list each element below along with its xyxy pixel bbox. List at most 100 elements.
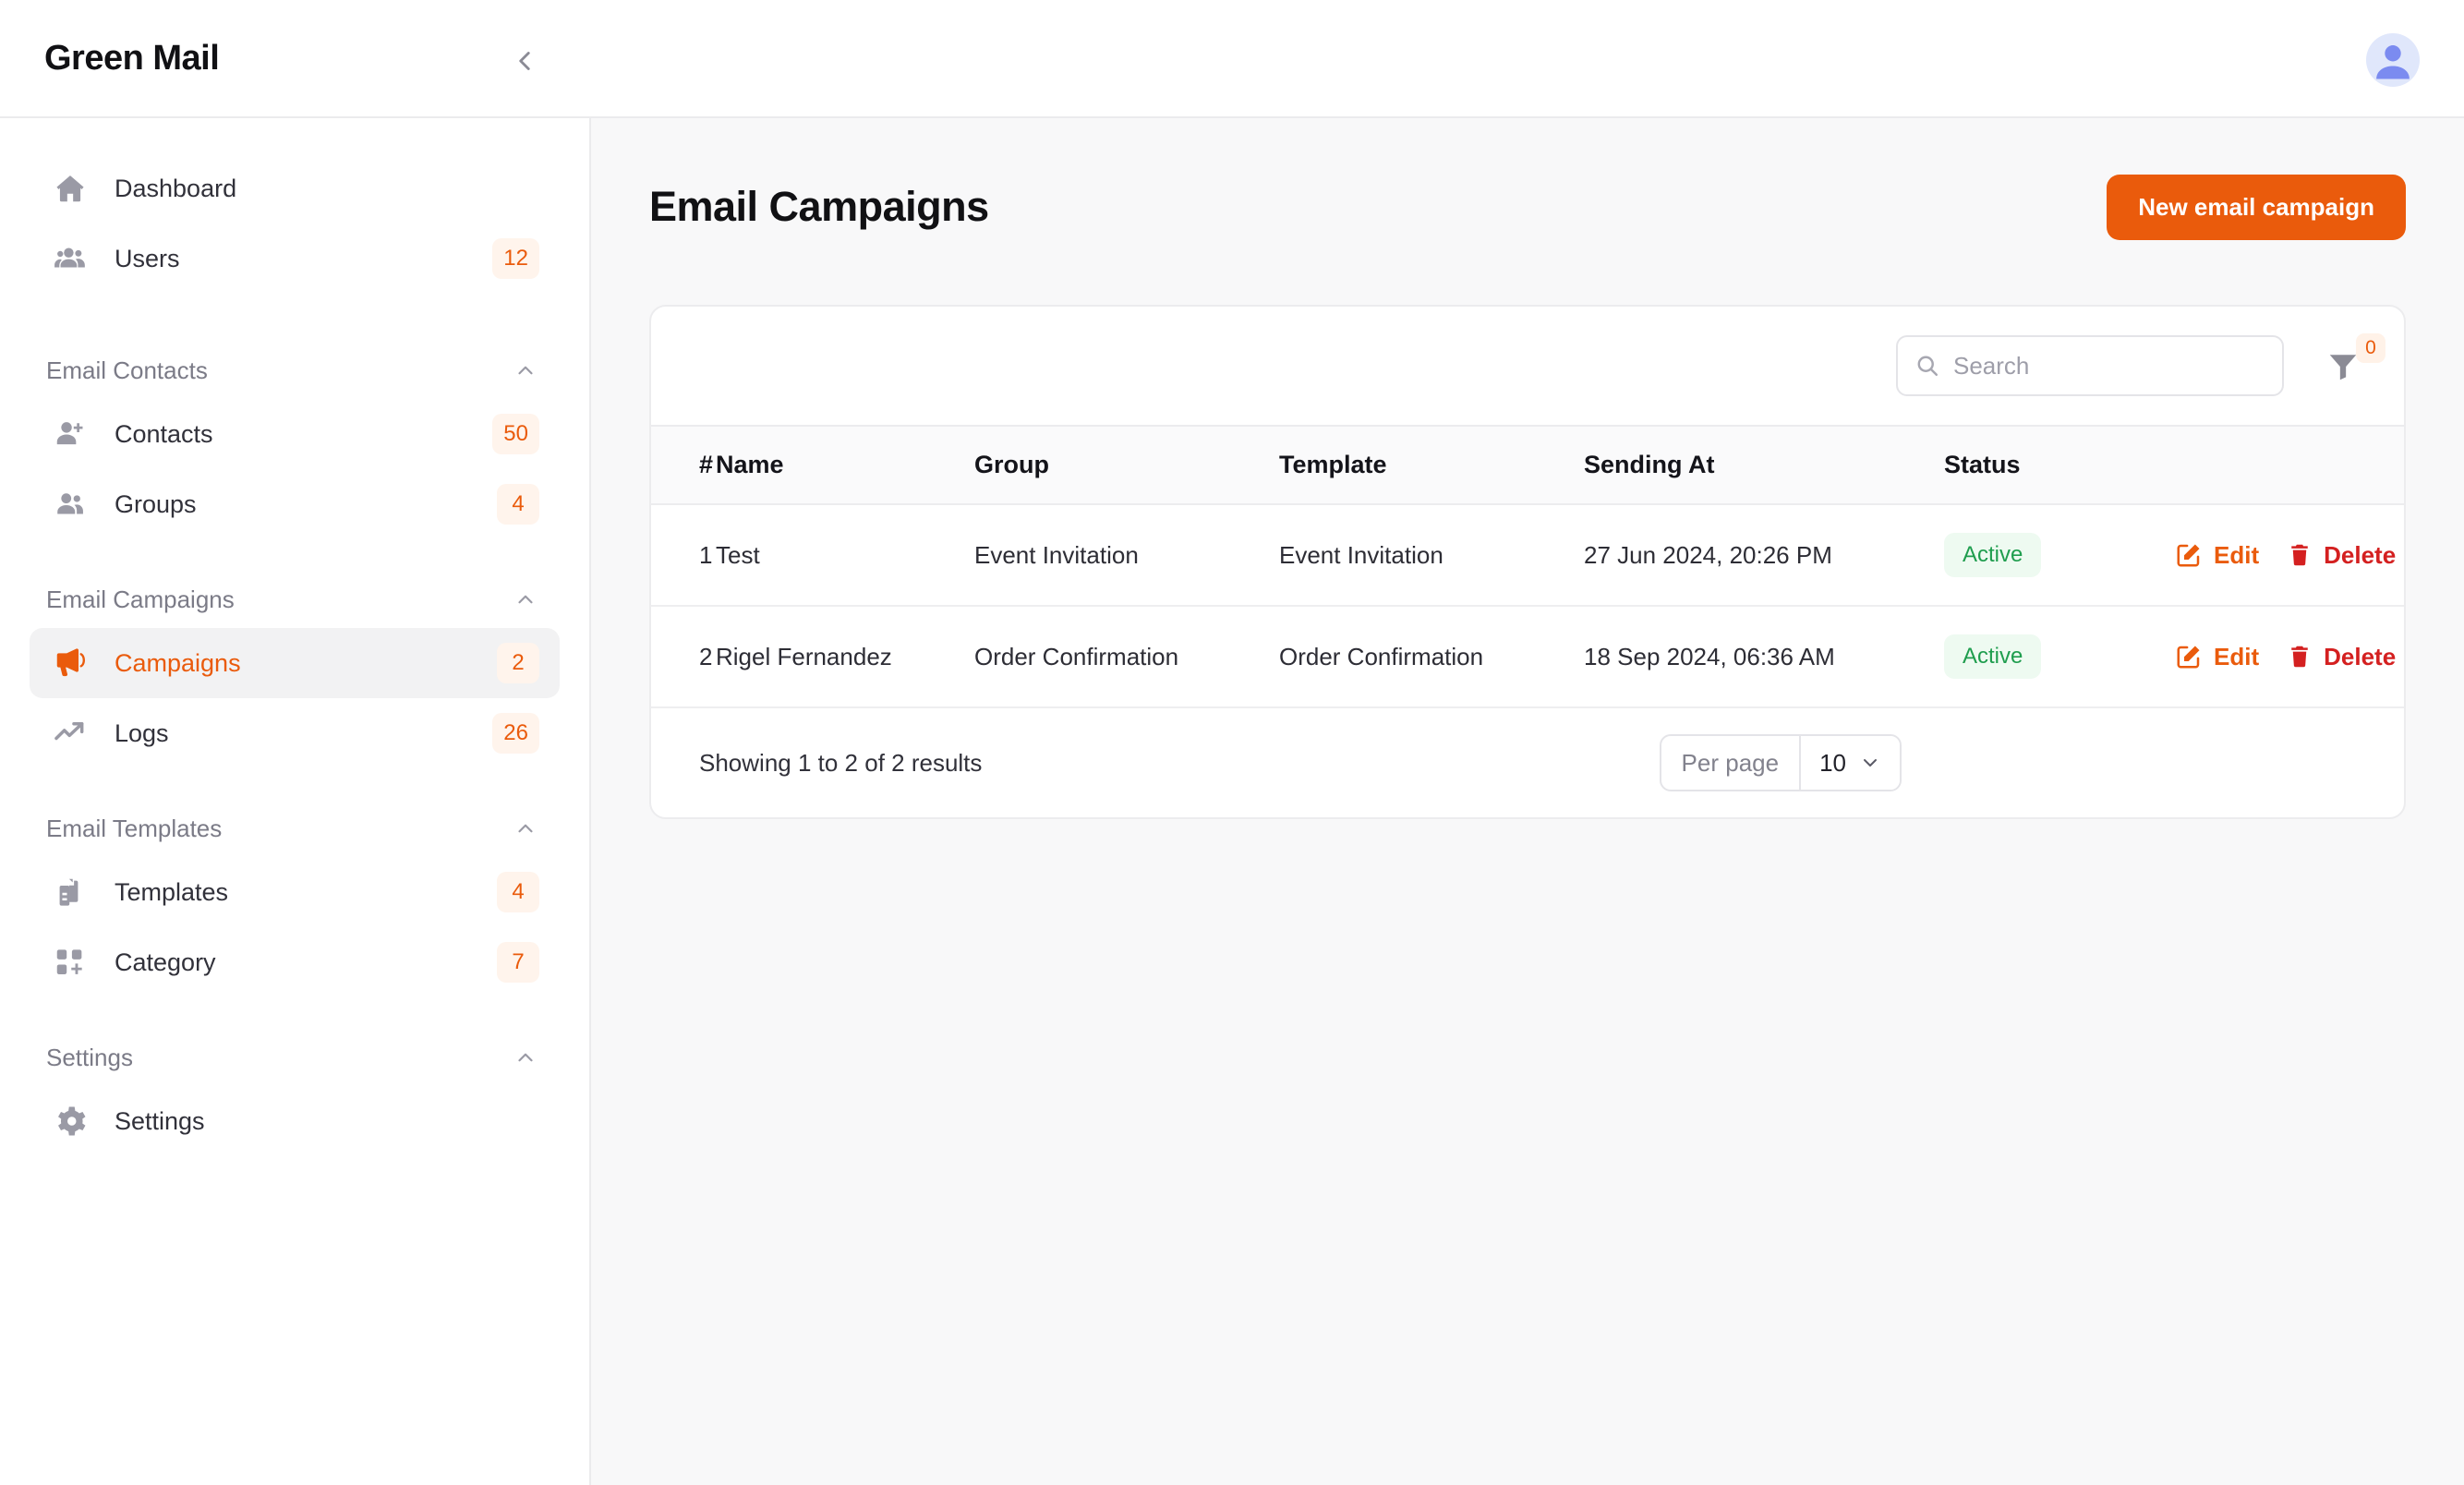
sidebar-item-groups[interactable]: Groups 4 xyxy=(30,469,560,539)
sidebar-section-title: Settings xyxy=(46,1044,133,1072)
category-grid-plus-icon xyxy=(50,942,91,983)
sidebar-badge-category: 7 xyxy=(497,942,539,983)
status-badge: Active xyxy=(1944,533,2041,577)
edit-pencil-icon xyxy=(2175,643,2203,670)
column-header-group: Group xyxy=(974,426,1279,504)
delete-label: Delete xyxy=(2324,643,2396,671)
chevron-left-icon xyxy=(509,45,540,77)
sidebar: Dashboard Users 12 Email Contacts xyxy=(0,118,591,1485)
delete-button[interactable]: Delete xyxy=(2287,541,2396,570)
table-body: 1 Test Event Invitation Event Invitation… xyxy=(651,504,2404,707)
sidebar-item-label: Dashboard xyxy=(115,175,236,203)
sidebar-section-email-templates[interactable]: Email Templates xyxy=(46,805,537,851)
column-header-template: Template xyxy=(1279,426,1584,504)
delete-label: Delete xyxy=(2324,541,2396,570)
sidebar-item-label: Category xyxy=(115,948,216,977)
cell-template: Event Invitation xyxy=(1279,504,1584,606)
cell-name: Test xyxy=(716,504,974,606)
template-copy-icon xyxy=(50,872,91,912)
sidebar-badge-contacts: 50 xyxy=(492,414,539,454)
home-icon xyxy=(50,168,91,209)
cell-name: Rigel Fernandez xyxy=(716,606,974,707)
sidebar-badge-logs: 26 xyxy=(492,713,539,754)
sidebar-section-title: Email Contacts xyxy=(46,356,208,385)
campaigns-table: # Name Group Template Sending At Status … xyxy=(651,425,2404,708)
cell-status: Active xyxy=(1944,504,2175,606)
sidebar-section-settings[interactable]: Settings xyxy=(46,1034,537,1081)
table-footer: Showing 1 to 2 of 2 results Per page 10 xyxy=(651,708,2404,817)
sidebar-item-label: Campaigns xyxy=(115,649,241,678)
table-header-row: # Name Group Template Sending At Status xyxy=(651,426,2404,504)
per-page-select[interactable]: 10 xyxy=(1801,736,1900,790)
sidebar-section-title: Email Campaigns xyxy=(46,586,235,614)
delete-button[interactable]: Delete xyxy=(2287,643,2396,671)
sidebar-item-users[interactable]: Users 12 xyxy=(30,223,560,294)
status-badge: Active xyxy=(1944,634,2041,679)
results-summary: Showing 1 to 2 of 2 results xyxy=(699,749,982,778)
users-group-icon xyxy=(50,484,91,525)
sidebar-badge-users: 12 xyxy=(492,238,539,279)
sidebar-section-email-contacts[interactable]: Email Contacts xyxy=(46,347,537,393)
edit-button[interactable]: Edit xyxy=(2175,643,2259,671)
cell-group: Event Invitation xyxy=(974,504,1279,606)
cell-actions: Edit Delete xyxy=(2175,504,2404,606)
sidebar-badge-templates: 4 xyxy=(497,872,539,912)
avatar[interactable] xyxy=(2366,33,2420,87)
column-header-name: Name xyxy=(716,426,974,504)
trash-icon xyxy=(2287,542,2313,568)
sidebar-section-email-campaigns[interactable]: Email Campaigns xyxy=(46,576,537,622)
trash-icon xyxy=(2287,644,2313,670)
table-row[interactable]: 2 Rigel Fernandez Order Confirmation Ord… xyxy=(651,606,2404,707)
column-header-sending: Sending At xyxy=(1584,426,1944,504)
user-plus-icon xyxy=(50,414,91,454)
row-actions: Edit Delete xyxy=(2175,643,2404,671)
chevron-up-icon xyxy=(513,816,537,840)
filter-button[interactable]: 0 xyxy=(2317,335,2369,396)
page-title: Email Campaigns xyxy=(649,183,989,231)
column-header-status: Status xyxy=(1944,426,2175,504)
cell-sending: 27 Jun 2024, 20:26 PM xyxy=(1584,504,1944,606)
cell-sending: 18 Sep 2024, 06:36 AM xyxy=(1584,606,1944,707)
row-actions: Edit Delete xyxy=(2175,541,2404,570)
main-content: Email Campaigns New email campaign xyxy=(591,118,2464,1485)
table-row[interactable]: 1 Test Event Invitation Event Invitation… xyxy=(651,504,2404,606)
campaigns-card: 0 # Name Group Template Sending At Statu… xyxy=(649,305,2406,819)
search-input[interactable] xyxy=(1898,337,2282,394)
filter-count-badge: 0 xyxy=(2356,333,2385,363)
search-field-wrapper[interactable] xyxy=(1896,335,2284,396)
per-page-value: 10 xyxy=(1819,749,1846,778)
per-page-control[interactable]: Per page 10 xyxy=(1660,734,1902,791)
sidebar-item-templates[interactable]: Templates 4 xyxy=(30,857,560,927)
new-email-campaign-button[interactable]: New email campaign xyxy=(2107,175,2406,240)
chevron-up-icon xyxy=(513,358,537,382)
cell-group: Order Confirmation xyxy=(974,606,1279,707)
cell-actions: Edit Delete xyxy=(2175,606,2404,707)
cell-num: 2 xyxy=(651,606,716,707)
edit-pencil-icon xyxy=(2175,541,2203,569)
table-toolbar: 0 xyxy=(651,307,2404,425)
edit-button[interactable]: Edit xyxy=(2175,541,2259,570)
sidebar-collapse-button[interactable] xyxy=(499,35,550,87)
users-icon xyxy=(50,238,91,279)
sidebar-section-title: Email Templates xyxy=(46,815,222,843)
user-avatar-icon xyxy=(2366,33,2420,87)
chevron-up-icon xyxy=(513,1045,537,1069)
sidebar-item-settings[interactable]: Settings xyxy=(30,1086,560,1156)
chevron-down-icon xyxy=(1859,752,1881,774)
cell-status: Active xyxy=(1944,606,2175,707)
gear-icon xyxy=(50,1101,91,1141)
sidebar-item-label: Groups xyxy=(115,490,197,519)
sidebar-item-label: Users xyxy=(115,245,180,273)
column-header-actions xyxy=(2175,426,2404,504)
sidebar-item-label: Logs xyxy=(115,719,169,748)
app-root: Green Mail Dashboard xyxy=(0,0,2464,1485)
megaphone-icon xyxy=(50,643,91,683)
sidebar-item-campaigns[interactable]: Campaigns 2 xyxy=(30,628,560,698)
sidebar-item-contacts[interactable]: Contacts 50 xyxy=(30,399,560,469)
sidebar-item-dashboard[interactable]: Dashboard xyxy=(30,153,560,223)
top-bar: Green Mail xyxy=(0,0,2464,118)
sidebar-item-category[interactable]: Category 7 xyxy=(30,927,560,997)
app-brand-title: Green Mail xyxy=(44,39,219,78)
trending-up-icon xyxy=(50,713,91,754)
sidebar-item-logs[interactable]: Logs 26 xyxy=(30,698,560,768)
